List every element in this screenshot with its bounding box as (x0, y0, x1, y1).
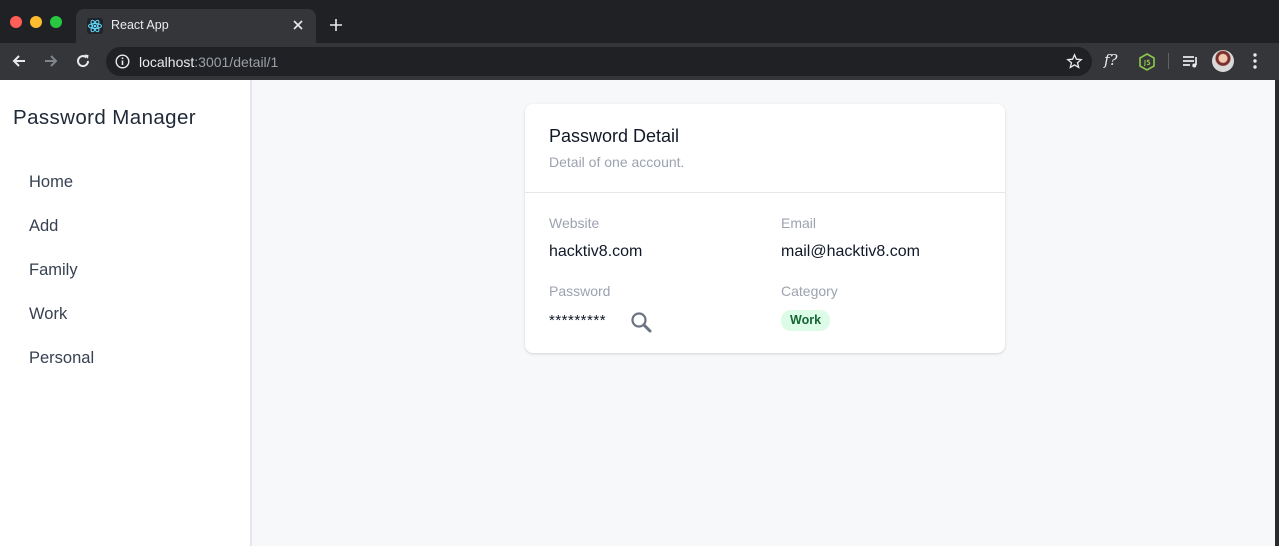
app-brand: Password Manager (13, 106, 197, 129)
kebab-menu-icon[interactable] (1248, 52, 1262, 70)
star-icon[interactable] (1066, 53, 1083, 70)
close-icon[interactable] (290, 17, 306, 33)
card-subtitle: Detail of one account. (549, 154, 685, 170)
close-window-button[interactable] (10, 16, 22, 28)
nodejs-extension-icon[interactable] (1137, 52, 1157, 72)
maximize-window-button[interactable] (50, 16, 62, 28)
browser-titlebar: React App (0, 0, 1279, 43)
password-value: ********* (549, 312, 607, 329)
forward-arrow-icon[interactable] (42, 52, 60, 70)
media-control-icon[interactable] (1181, 52, 1201, 72)
search-icon[interactable] (629, 310, 653, 334)
sidebar-item-home[interactable]: Home (29, 173, 73, 192)
minimize-window-button[interactable] (30, 16, 42, 28)
window-edge (1275, 80, 1279, 546)
tab-title: React App (111, 18, 169, 32)
sidebar-item-add[interactable]: Add (29, 217, 58, 236)
address-bar[interactable]: localhost:3001/detail/1 (106, 47, 1092, 76)
sidebar-item-family[interactable]: Family (29, 261, 78, 280)
plus-icon[interactable] (328, 17, 344, 33)
url-text: localhost:3001/detail/1 (139, 54, 278, 70)
sidebar-item-work[interactable]: Work (29, 305, 67, 324)
reload-icon[interactable] (74, 52, 92, 70)
toolbar-separator (1168, 53, 1169, 69)
url-host: localhost (139, 54, 195, 70)
avatar[interactable] (1212, 50, 1234, 72)
function-extension-icon[interactable]: f? (1104, 51, 1124, 71)
browser-toolbar: localhost:3001/detail/1 f? (0, 43, 1279, 80)
back-arrow-icon[interactable] (10, 52, 28, 70)
card-title: Password Detail (549, 126, 680, 146)
category-label: Category (781, 283, 838, 299)
password-detail-card: Password Detail Detail of one account. W… (525, 104, 1005, 353)
url-path: :3001/detail/1 (194, 54, 279, 70)
password-label: Password (549, 283, 611, 299)
react-favicon-icon (87, 18, 103, 34)
page-viewport: Password Manager Home Add Family Work Pe… (0, 80, 1275, 546)
browser-tab[interactable]: React App (76, 9, 316, 43)
info-icon[interactable] (115, 54, 130, 69)
email-value: mail@hacktiv8.com (781, 243, 920, 260)
website-label: Website (549, 215, 600, 231)
email-label: Email (781, 215, 817, 231)
card-header: Password Detail Detail of one account. (525, 104, 1005, 193)
sidebar-item-personal[interactable]: Personal (29, 349, 94, 368)
sidebar: Password Manager Home Add Family Work Pe… (0, 80, 252, 546)
website-value: hacktiv8.com (549, 243, 643, 260)
category-badge: Work (781, 310, 831, 331)
